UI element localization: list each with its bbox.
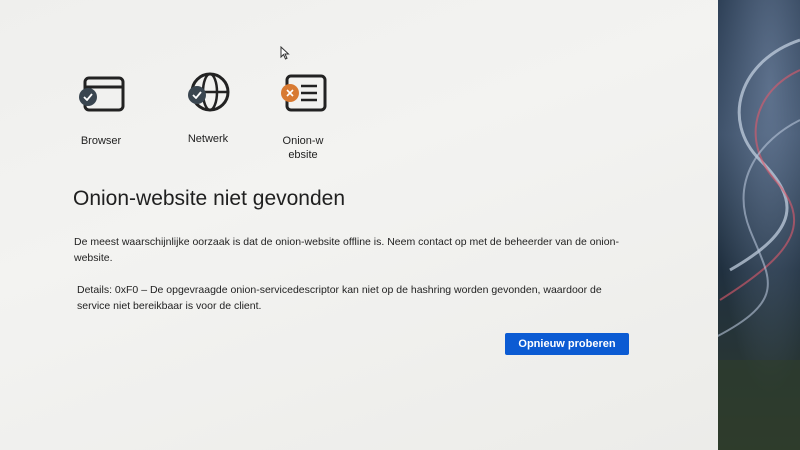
- mouse-cursor-icon: [280, 46, 290, 60]
- stage-browser: Browser: [41, 72, 161, 148]
- retry-button[interactable]: Opnieuw proberen: [505, 333, 629, 355]
- error-page: Browser Netwerk Onion-website Onion-webs…: [0, 0, 718, 450]
- error-details: Details: 0xF0 – De opgevraagde onion-ser…: [77, 284, 602, 312]
- error-wrench-icon: [281, 84, 299, 102]
- error-description: De meest waarschijnlijke oorzaak is dat …: [74, 236, 619, 264]
- check-icon: [79, 88, 97, 106]
- check-icon: [188, 86, 206, 104]
- globe-icon: [190, 72, 230, 112]
- page-title: Onion-website niet gevonden: [73, 187, 346, 210]
- stage-onion-website: Onion-website: [243, 72, 363, 162]
- stage-label-browser: Browser: [80, 135, 122, 147]
- stage-label-onion-website: Onion-website: [282, 135, 324, 161]
